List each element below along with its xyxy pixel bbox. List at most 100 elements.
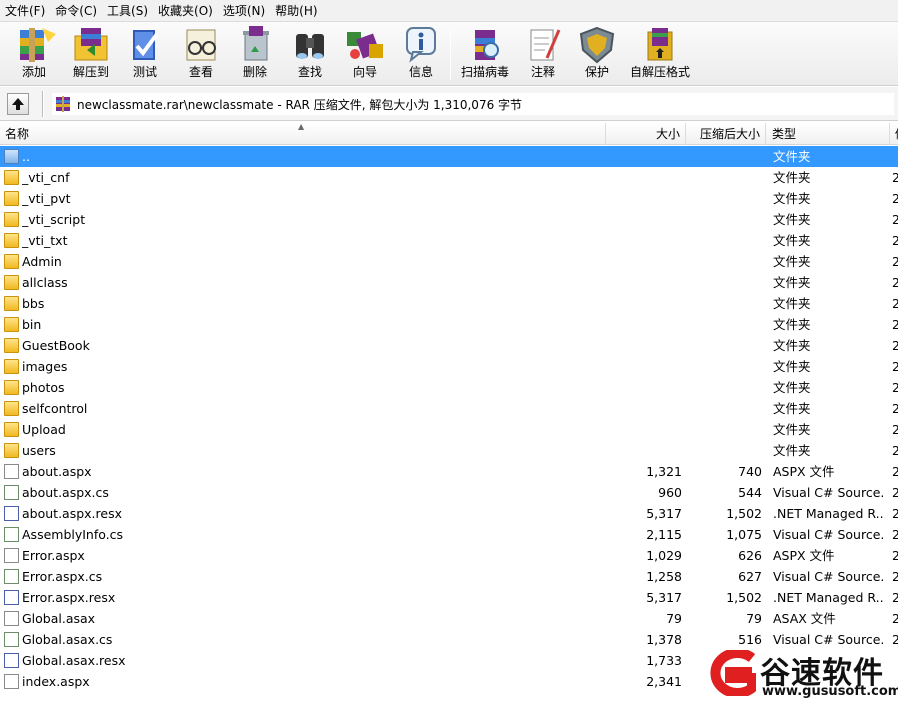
file-size: 1,029: [646, 548, 682, 563]
folder-icon: [4, 296, 19, 311]
file-type: 文件夹: [773, 212, 811, 227]
file-packed-size: 1,502: [726, 506, 762, 521]
file-row[interactable]: allclass 文件夹 2: [0, 272, 898, 293]
wizard-button[interactable]: 向导: [338, 24, 392, 84]
file-modified: 2: [892, 464, 898, 479]
file-modified: 2: [892, 317, 898, 332]
menu-tools[interactable]: 工具(S): [104, 1, 155, 21]
file-row[interactable]: Error.aspx.cs 1,258 627 Visual C# Source...…: [0, 566, 898, 587]
up-folder-button[interactable]: [7, 93, 29, 115]
folder-icon: [4, 338, 19, 353]
file-icon: [4, 674, 19, 689]
column-type[interactable]: 类型: [766, 123, 890, 145]
file-size: 2,341: [646, 674, 682, 689]
file-name: Error.aspx.resx: [22, 590, 116, 605]
file-row[interactable]: images 文件夹 2: [0, 356, 898, 377]
file-row[interactable]: Error.aspx.resx 5,317 1,502 .NET Managed R.…: [0, 587, 898, 608]
file-row[interactable]: selfcontrol 文件夹 2: [0, 398, 898, 419]
file-modified: 2: [892, 338, 898, 353]
file-type: .NET Managed R...: [773, 590, 885, 605]
file-modified: 2: [892, 506, 898, 521]
scan-virus-icon: [475, 30, 499, 60]
add-button[interactable]: 添加: [8, 24, 60, 84]
file-row[interactable]: bbs 文件夹 2: [0, 293, 898, 314]
file-modified: 2: [892, 212, 898, 227]
column-packed[interactable]: 压缩后大小: [686, 123, 766, 145]
extract-to-button[interactable]: 解压到: [64, 24, 118, 84]
delete-button[interactable]: 删除: [230, 24, 280, 84]
file-type: 文件夹: [773, 149, 811, 164]
wizard-label: 向导: [352, 65, 377, 79]
file-row[interactable]: Error.aspx 1,029 626 ASPX 文件 2: [0, 545, 898, 566]
file-row[interactable]: Global.asax 79 79 ASAX 文件 2: [0, 608, 898, 629]
file-row[interactable]: .. 文件夹: [0, 146, 898, 167]
sfx-button[interactable]: 自解压格式: [626, 24, 694, 84]
file-icon: [4, 548, 19, 563]
file-row[interactable]: about.aspx.resx 5,317 1,502 .NET Managed R.…: [0, 503, 898, 524]
file-row[interactable]: bin 文件夹 2: [0, 314, 898, 335]
watermark-url: www.gususoft.com: [762, 684, 898, 699]
view-button[interactable]: 查看: [176, 24, 226, 84]
folder-icon: [4, 275, 19, 290]
file-type: 文件夹: [773, 275, 811, 290]
file-packed-size: 627: [738, 569, 762, 584]
column-size[interactable]: 大小: [606, 123, 686, 145]
file-type: 文件夹: [773, 191, 811, 206]
file-packed-size: 544: [738, 485, 762, 500]
file-name: _vti_txt: [22, 233, 68, 248]
file-row[interactable]: photos 文件夹 2: [0, 377, 898, 398]
file-name: Global.asax: [22, 611, 96, 626]
file-row[interactable]: about.aspx.cs 960 544 Visual C# Source... 2: [0, 482, 898, 503]
file-row[interactable]: GuestBook 文件夹 2: [0, 335, 898, 356]
add-label: 添加: [21, 65, 46, 79]
protect-button[interactable]: 保护: [572, 24, 622, 84]
file-size: 5,317: [646, 590, 682, 605]
folder-icon: [4, 170, 19, 185]
file-row[interactable]: _vti_txt 文件夹 2: [0, 230, 898, 251]
file-modified: 2: [892, 401, 898, 416]
file-type: 文件夹: [773, 170, 811, 185]
menu-bar: 文件(F) 命令(C) 工具(S) 收藏夹(O) 选项(N) 帮助(H): [0, 0, 898, 22]
test-button[interactable]: 测试: [120, 24, 170, 84]
file-modified: 2: [892, 254, 898, 269]
watermark: 谷速软件 www.gususoft.com: [700, 646, 898, 702]
file-row[interactable]: AssemblyInfo.cs 2,115 1,075 Visual C# Sourc…: [0, 524, 898, 545]
file-type: .NET Managed R...: [773, 506, 885, 521]
file-type: 文件夹: [773, 359, 811, 374]
folder-icon: [4, 380, 19, 395]
file-packed-size: 1,075: [726, 527, 762, 542]
rar-archive-icon: [56, 96, 70, 112]
menu-commands[interactable]: 命令(C): [52, 1, 104, 21]
file-row[interactable]: Upload 文件夹 2: [0, 419, 898, 440]
info-button[interactable]: 信息: [396, 24, 446, 84]
file-row[interactable]: _vti_script 文件夹 2: [0, 209, 898, 230]
info-icon: [406, 27, 436, 63]
file-row[interactable]: _vti_pvt 文件夹 2: [0, 188, 898, 209]
file-row[interactable]: Admin 文件夹 2: [0, 251, 898, 272]
menu-options[interactable]: 选项(N): [220, 1, 272, 21]
resx-file-icon: [4, 653, 19, 668]
file-type: ASAX 文件: [773, 611, 836, 626]
up-arrow-icon: [12, 98, 24, 110]
column-modified[interactable]: 修: [890, 123, 898, 145]
protect-label: 保护: [584, 65, 609, 79]
menu-favorites[interactable]: 收藏夹(O): [155, 1, 220, 21]
info-label: 信息: [408, 65, 433, 79]
scan-virus-button[interactable]: 扫描病毒: [456, 24, 514, 84]
file-row[interactable]: _vti_cnf 文件夹 2: [0, 167, 898, 188]
path-field[interactable]: newclassmate.rar\newclassmate - RAR 压缩文件…: [52, 93, 894, 115]
file-modified: 2: [892, 191, 898, 206]
file-row[interactable]: about.aspx 1,321 740 ASPX 文件 2: [0, 461, 898, 482]
file-type: 文件夹: [773, 443, 811, 458]
file-row[interactable]: users 文件夹 2: [0, 440, 898, 461]
extract-label: 解压到: [72, 65, 109, 79]
comment-note-icon: [530, 29, 561, 61]
menu-help[interactable]: 帮助(H): [272, 1, 324, 21]
find-button[interactable]: 查找: [284, 24, 336, 84]
file-name: Upload: [22, 422, 66, 437]
toolbar: 添加 解压到 测试 查看 删除 查找 向导 信息 扫描病毒 注释 保护 自解压格…: [0, 22, 898, 86]
find-label: 查找: [297, 65, 322, 79]
file-name: allclass: [22, 275, 68, 290]
menu-file[interactable]: 文件(F): [2, 1, 52, 21]
comment-button[interactable]: 注释: [518, 24, 568, 84]
